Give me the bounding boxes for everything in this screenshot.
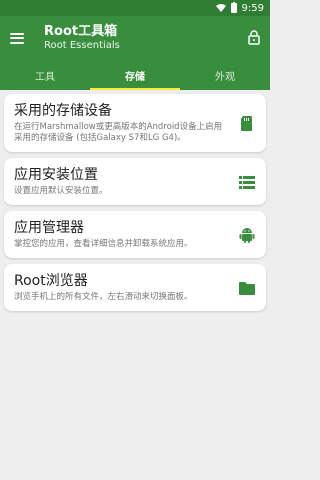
- app-bar: Root工具箱 Root Essentials: [0, 16, 270, 60]
- tab-appearance[interactable]: 外观: [180, 60, 270, 90]
- wifi-icon: [215, 4, 226, 12]
- card-title: 采用的存储设备: [14, 103, 112, 119]
- folder-icon: [236, 277, 258, 299]
- card-title: Root浏览器: [14, 273, 88, 289]
- card-root-browser[interactable]: Root浏览器 浏览手机上的所有文件，左右滑动来切换面板。: [4, 264, 266, 311]
- card-list: 采用的存储设备 在运行Marshmallow或更高版本的Android设备上启用…: [0, 90, 270, 321]
- card-description: 在运行Marshmallow或更高版本的Android设备上启用采用的存储设备 …: [14, 122, 223, 143]
- card-title: 应用安装位置: [14, 167, 98, 183]
- card-adoptable-storage[interactable]: 采用的存储设备 在运行Marshmallow或更高版本的Android设备上启用…: [4, 94, 266, 152]
- lock-icon[interactable]: [248, 30, 260, 45]
- app-title: Root工具箱: [44, 24, 118, 39]
- status-time: 9:59: [241, 2, 264, 14]
- menu-icon[interactable]: [10, 32, 24, 44]
- battery-icon: [230, 2, 237, 13]
- card-description: 浏览手机上的所有文件，左右滑动来切换面板。: [14, 292, 193, 302]
- tab-tools[interactable]: 工具: [0, 60, 90, 90]
- app-subtitle: Root Essentials: [44, 40, 120, 51]
- list-icon: [236, 171, 258, 193]
- sd-card-icon: [236, 112, 258, 134]
- tab-storage[interactable]: 存储: [90, 60, 180, 90]
- card-app-manager[interactable]: 应用管理器 掌控您的应用，查看详细信息并卸载系统应用。: [4, 211, 266, 258]
- status-bar: 9:59: [0, 0, 270, 16]
- android-icon: [236, 224, 258, 246]
- card-install-location[interactable]: 应用安装位置 设置应用默认安装位置。: [4, 158, 266, 205]
- card-title: 应用管理器: [14, 220, 84, 236]
- card-description: 设置应用默认安装位置。: [14, 186, 108, 196]
- card-description: 掌控您的应用，查看详细信息并卸载系统应用。: [14, 239, 193, 249]
- tab-bar: 工具 存储 外观: [0, 60, 270, 90]
